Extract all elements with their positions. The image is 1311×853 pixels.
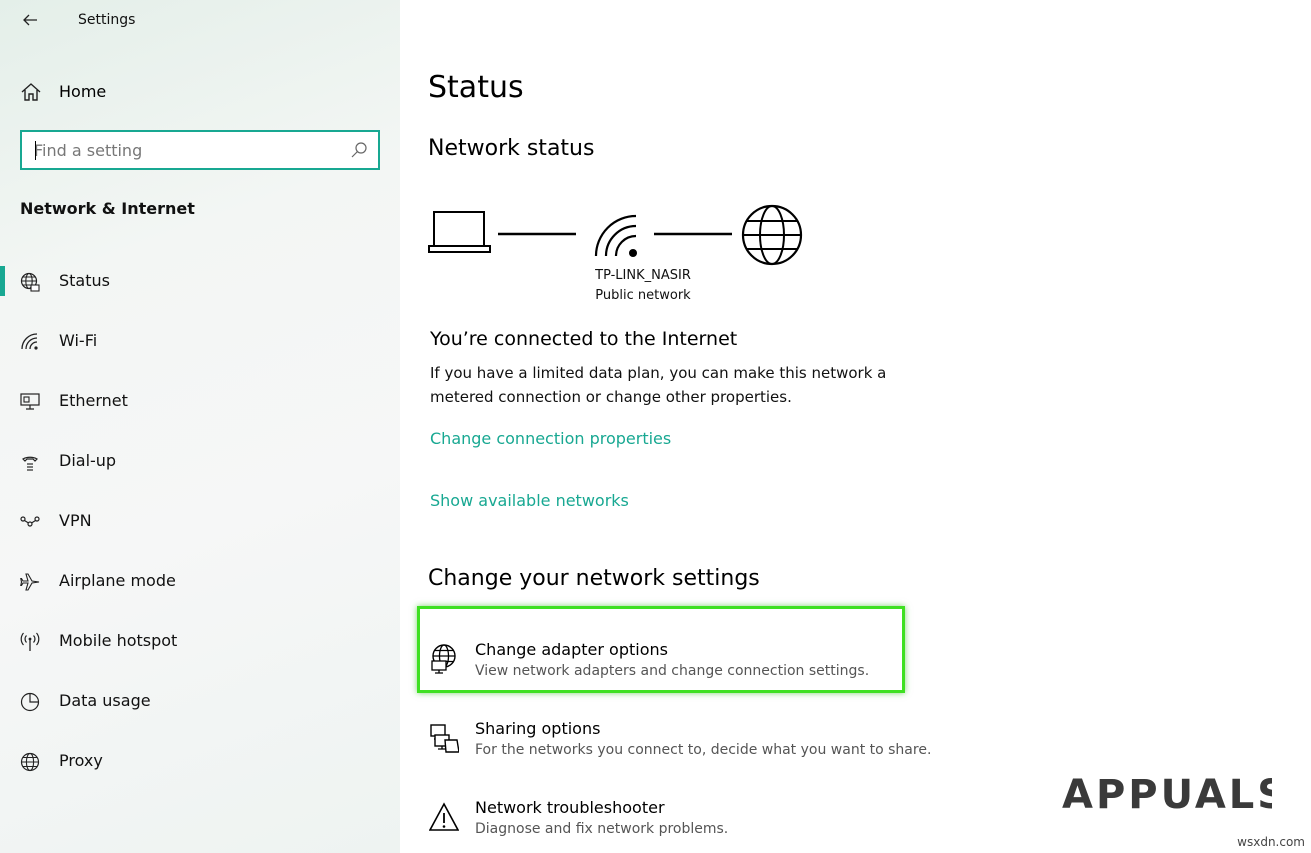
network-diagram-graphic xyxy=(428,204,803,266)
back-button[interactable] xyxy=(14,6,46,34)
option-title: Change adapter options xyxy=(475,640,668,659)
appuals-logo-graphic: APPUALS xyxy=(1062,772,1286,818)
option-description: For the networks you connect to, decide … xyxy=(475,742,932,758)
ethernet-icon xyxy=(20,393,40,410)
vpn-icon xyxy=(20,516,40,527)
show-available-networks-link[interactable]: Show available networks xyxy=(430,491,629,510)
logo-text: APPUALS xyxy=(1062,772,1272,818)
airplane-icon xyxy=(20,573,40,591)
sharing-options-item[interactable]: Sharing options For the networks you con… xyxy=(424,715,931,777)
sidebar-item-dialup[interactable]: Dial-up xyxy=(0,432,400,492)
adapter-icon xyxy=(431,644,456,674)
sidebar-item-label: Data usage xyxy=(59,691,151,710)
network-status-title: Network status xyxy=(428,136,595,161)
network-troubleshooter-item[interactable]: Network troubleshooter Diagnose and fix … xyxy=(424,794,924,853)
dialup-icon xyxy=(22,456,38,471)
connection-status-title: You’re connected to the Internet xyxy=(430,328,738,350)
sidebar-item-label: Dial-up xyxy=(59,451,117,470)
site-watermark: wsxdn.com xyxy=(1237,835,1305,849)
data-usage-icon xyxy=(20,692,40,712)
sidebar-item-label: Ethernet xyxy=(59,391,128,410)
sidebar-item-status[interactable]: Status xyxy=(0,252,400,312)
proxy-globe-icon xyxy=(20,752,40,772)
search-input[interactable] xyxy=(34,134,334,166)
appuals-watermark-logo: APPUALS xyxy=(1062,758,1286,824)
option-description: View network adapters and change connect… xyxy=(475,663,870,679)
change-adapter-options-item[interactable]: Change adapter options View network adap… xyxy=(424,636,924,698)
sidebar-item-label: VPN xyxy=(59,511,92,530)
hotspot-icon xyxy=(20,632,40,651)
wifi-icon xyxy=(21,333,38,350)
back-arrow-icon xyxy=(23,14,37,26)
sidebar-item-ethernet[interactable]: Ethernet xyxy=(0,372,400,432)
change-connection-properties-link[interactable]: Change connection properties xyxy=(430,429,671,448)
title-bar: Settings xyxy=(0,0,400,42)
home-icon xyxy=(21,83,41,101)
sidebar-item-vpn[interactable]: VPN xyxy=(0,492,400,552)
laptop-icon xyxy=(428,211,491,253)
option-title: Sharing options xyxy=(475,719,601,738)
text-cursor xyxy=(35,141,36,160)
sidebar-item-airplane[interactable]: Airplane mode xyxy=(0,552,400,612)
sidebar-item-label: Proxy xyxy=(59,751,103,770)
sidebar-item-label: Wi-Fi xyxy=(59,331,98,350)
main-content: Status Network status TP-LINK_NASIR Publ… xyxy=(400,0,1311,853)
internet-globe-icon xyxy=(741,204,803,266)
home-label: Home xyxy=(59,82,107,101)
network-diagram: TP-LINK_NASIR Public network xyxy=(428,200,808,310)
wifi-signal-icon xyxy=(594,214,637,257)
sidebar-item-hotspot[interactable]: Mobile hotspot xyxy=(0,612,400,672)
sidebar-item-proxy[interactable]: Proxy xyxy=(0,732,400,792)
option-title: Network troubleshooter xyxy=(475,798,665,817)
sidebar: Settings Home Network & Internet Status xyxy=(0,0,400,853)
page-title: Status xyxy=(428,70,524,105)
sidebar-item-label: Status xyxy=(59,271,110,290)
network-name: TP-LINK_NASIR xyxy=(595,268,691,283)
globe-status-icon xyxy=(20,272,40,292)
change-network-settings-title: Change your network settings xyxy=(428,566,760,591)
option-description: Diagnose and fix network problems. xyxy=(475,821,729,837)
sidebar-item-data-usage[interactable]: Data usage xyxy=(0,672,400,732)
network-type: Public network xyxy=(595,288,691,303)
home-nav-item[interactable]: Home xyxy=(0,72,400,112)
sidebar-item-wifi[interactable]: Wi-Fi xyxy=(0,312,400,372)
connection-status-description: If you have a limited data plan, you can… xyxy=(430,364,887,406)
search-box[interactable] xyxy=(20,130,380,170)
active-indicator xyxy=(0,266,5,296)
network-info: TP-LINK_NASIR Public network xyxy=(573,266,713,306)
sidebar-nav: Status Wi-Fi Ethernet Dial-up VPN Airpla… xyxy=(0,252,400,792)
sidebar-item-label: Mobile hotspot xyxy=(59,631,178,650)
search-icon[interactable] xyxy=(350,141,368,159)
app-title: Settings xyxy=(78,12,136,28)
sidebar-item-label: Airplane mode xyxy=(59,571,176,590)
warning-icon xyxy=(429,802,459,831)
sharing-icon xyxy=(430,724,459,753)
sidebar-section-title: Network & Internet xyxy=(20,199,195,218)
